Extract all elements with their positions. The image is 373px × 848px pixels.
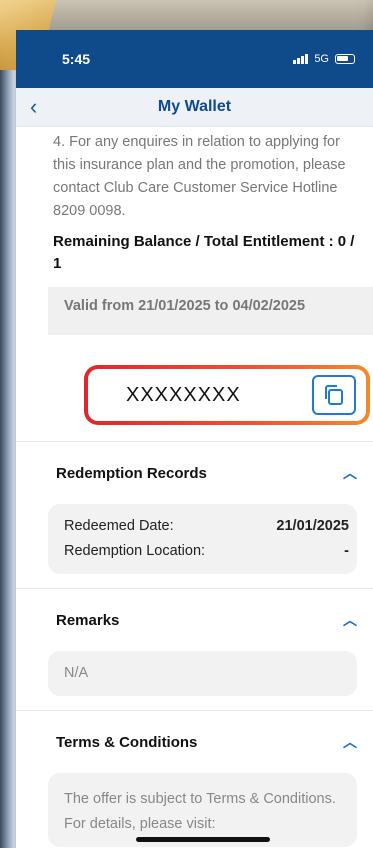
redemption-location-value: - — [344, 543, 349, 559]
status-bar: 5:45 5G — [16, 30, 373, 88]
tnc-card: The offer is subject to Terms & Conditio… — [48, 773, 357, 847]
remarks-value: N/A — [64, 665, 89, 681]
network-label: 5G — [314, 53, 329, 65]
main-content: 4. For any enquires in relation to apply… — [16, 127, 373, 847]
chevron-left-icon[interactable]: ‹ — [30, 94, 37, 120]
tnc-header[interactable]: Terms & Conditions ︿ — [16, 711, 373, 773]
validity-period: Valid from 21/01/2025 to 04/02/2025 — [48, 287, 373, 335]
voucher-code: XXXXXXXX — [126, 383, 241, 406]
redemption-title: Redemption Records — [56, 464, 207, 482]
signal-icon — [293, 54, 309, 64]
page-title: My Wallet — [157, 98, 232, 115]
copy-button[interactable] — [312, 375, 356, 415]
redemption-section: Redemption Records ︿ Redeemed Date: 21/0… — [16, 441, 373, 574]
app-screen: 5:45 5G ‹ My Wallet 4. For any enquires … — [16, 30, 373, 848]
redeemed-date-value: 21/01/2025 — [276, 518, 349, 534]
redemption-header[interactable]: Redemption Records ︿ — [16, 442, 373, 504]
chevron-up-icon[interactable]: ︿ — [343, 463, 357, 483]
redemption-location-label: Redemption Location: — [64, 543, 206, 559]
remarks-section: Remarks ︿ N/A — [16, 588, 373, 696]
redemption-card: Redeemed Date: 21/01/2025 Redemption Loc… — [48, 504, 357, 574]
copy-icon — [325, 385, 343, 405]
terms-paragraph: 4. For any enquires in relation to apply… — [53, 134, 346, 219]
battery-icon — [335, 54, 355, 64]
remaining-balance: Remaining Balance / Total Entitlement : … — [53, 233, 355, 272]
tnc-text: The offer is subject to Terms & Conditio… — [64, 791, 336, 832]
status-indicators: 5G — [293, 53, 355, 65]
tnc-title: Terms & Conditions — [56, 733, 198, 751]
status-time: 5:45 — [62, 51, 91, 67]
chevron-up-icon[interactable]: ︿ — [343, 610, 357, 630]
remarks-card: N/A — [48, 651, 357, 696]
voucher-code-box: XXXXXXXX — [84, 365, 370, 425]
remarks-header[interactable]: Remarks ︿ — [16, 589, 373, 651]
home-indicator[interactable] — [136, 837, 270, 842]
remarks-title: Remarks — [56, 611, 120, 629]
redeemed-date-label: Redeemed Date: — [64, 518, 174, 534]
redemption-location-row: Redemption Location: - — [64, 539, 349, 564]
tnc-section: Terms & Conditions ︿ The offer is subjec… — [16, 710, 373, 847]
chevron-up-icon[interactable]: ︿ — [343, 732, 357, 752]
redeemed-date-row: Redeemed Date: 21/01/2025 — [64, 514, 349, 539]
nav-bar: ‹ My Wallet — [16, 88, 373, 127]
